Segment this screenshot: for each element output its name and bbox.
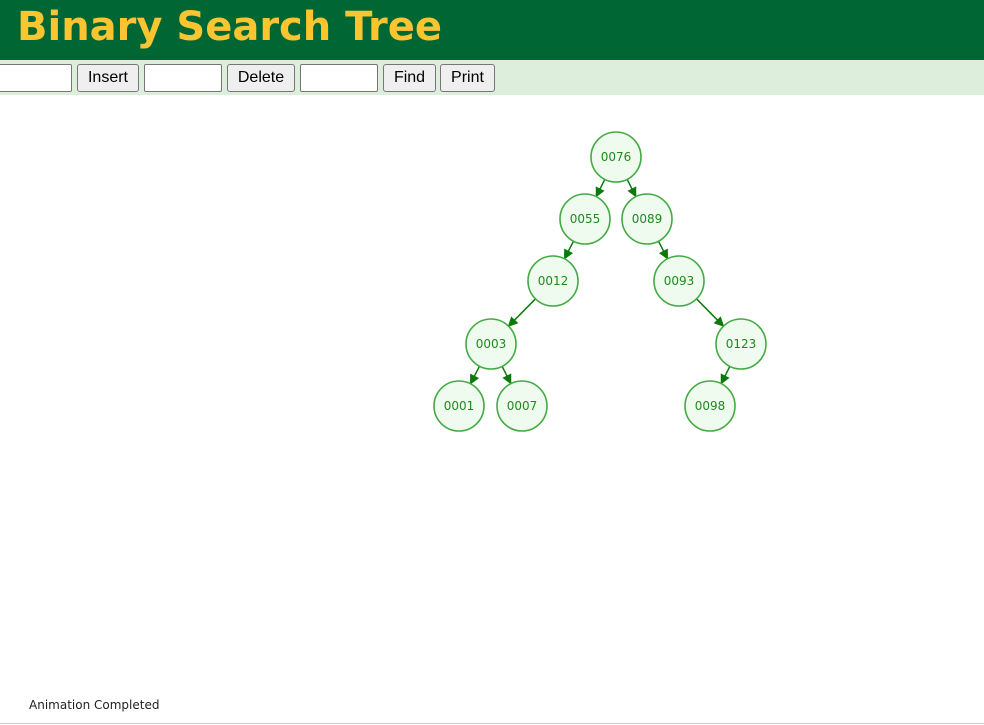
page-title: Binary Search Tree — [17, 4, 443, 50]
tree-node-label: 0001 — [444, 399, 475, 413]
status-message: Animation Completed — [29, 698, 160, 712]
tree-edge — [507, 298, 537, 327]
tree-node: 0123 — [715, 318, 767, 370]
page: Binary Search Tree Insert Delete Find Pr… — [0, 0, 984, 725]
tree-node: 0076 — [590, 131, 642, 183]
tree-node: 0055 — [559, 193, 611, 245]
tree-edge — [563, 240, 575, 260]
header-bar: Binary Search Tree — [0, 0, 984, 60]
tree-canvas: 0076 0055 0089 0012 0093 0003 0123 0001 0007 0098 — [433, 131, 767, 432]
tree-edge — [469, 365, 481, 385]
tree-node: 0007 — [496, 380, 548, 432]
tree-node-label: 0055 — [570, 212, 601, 226]
insert-input[interactable] — [0, 64, 72, 92]
tree-node: 0012 — [527, 255, 579, 307]
tree-node-label: 0003 — [476, 337, 507, 351]
tree-edge — [695, 298, 725, 327]
insert-button[interactable]: Insert — [77, 64, 139, 92]
tree-node: 0001 — [433, 380, 485, 432]
find-input[interactable] — [300, 64, 378, 92]
tree-node-label: 0012 — [538, 274, 569, 288]
tree-node-label: 0007 — [507, 399, 538, 413]
tree-node: 0098 — [684, 380, 736, 432]
bottom-divider — [0, 723, 984, 724]
delete-input[interactable] — [144, 64, 222, 92]
find-button[interactable]: Find — [383, 64, 436, 92]
tree-edge — [720, 366, 731, 385]
tree-node-label: 0123 — [726, 337, 757, 351]
tree-edge — [501, 366, 512, 385]
toolbar: Insert Delete Find Print — [0, 60, 984, 95]
tree-node: 0093 — [653, 255, 705, 307]
tree-node-label: 0093 — [664, 274, 695, 288]
tree-node-label: 0098 — [695, 399, 726, 413]
delete-button[interactable]: Delete — [227, 64, 295, 92]
tree-edge — [657, 240, 669, 260]
tree-node-label: 0089 — [632, 212, 663, 226]
tree-node: 0089 — [621, 193, 673, 245]
tree-node-label: 0076 — [601, 150, 632, 164]
tree-edge — [626, 179, 637, 198]
tree-node: 0003 — [465, 318, 517, 370]
print-button[interactable]: Print — [440, 64, 495, 92]
tree-edge — [595, 179, 606, 198]
